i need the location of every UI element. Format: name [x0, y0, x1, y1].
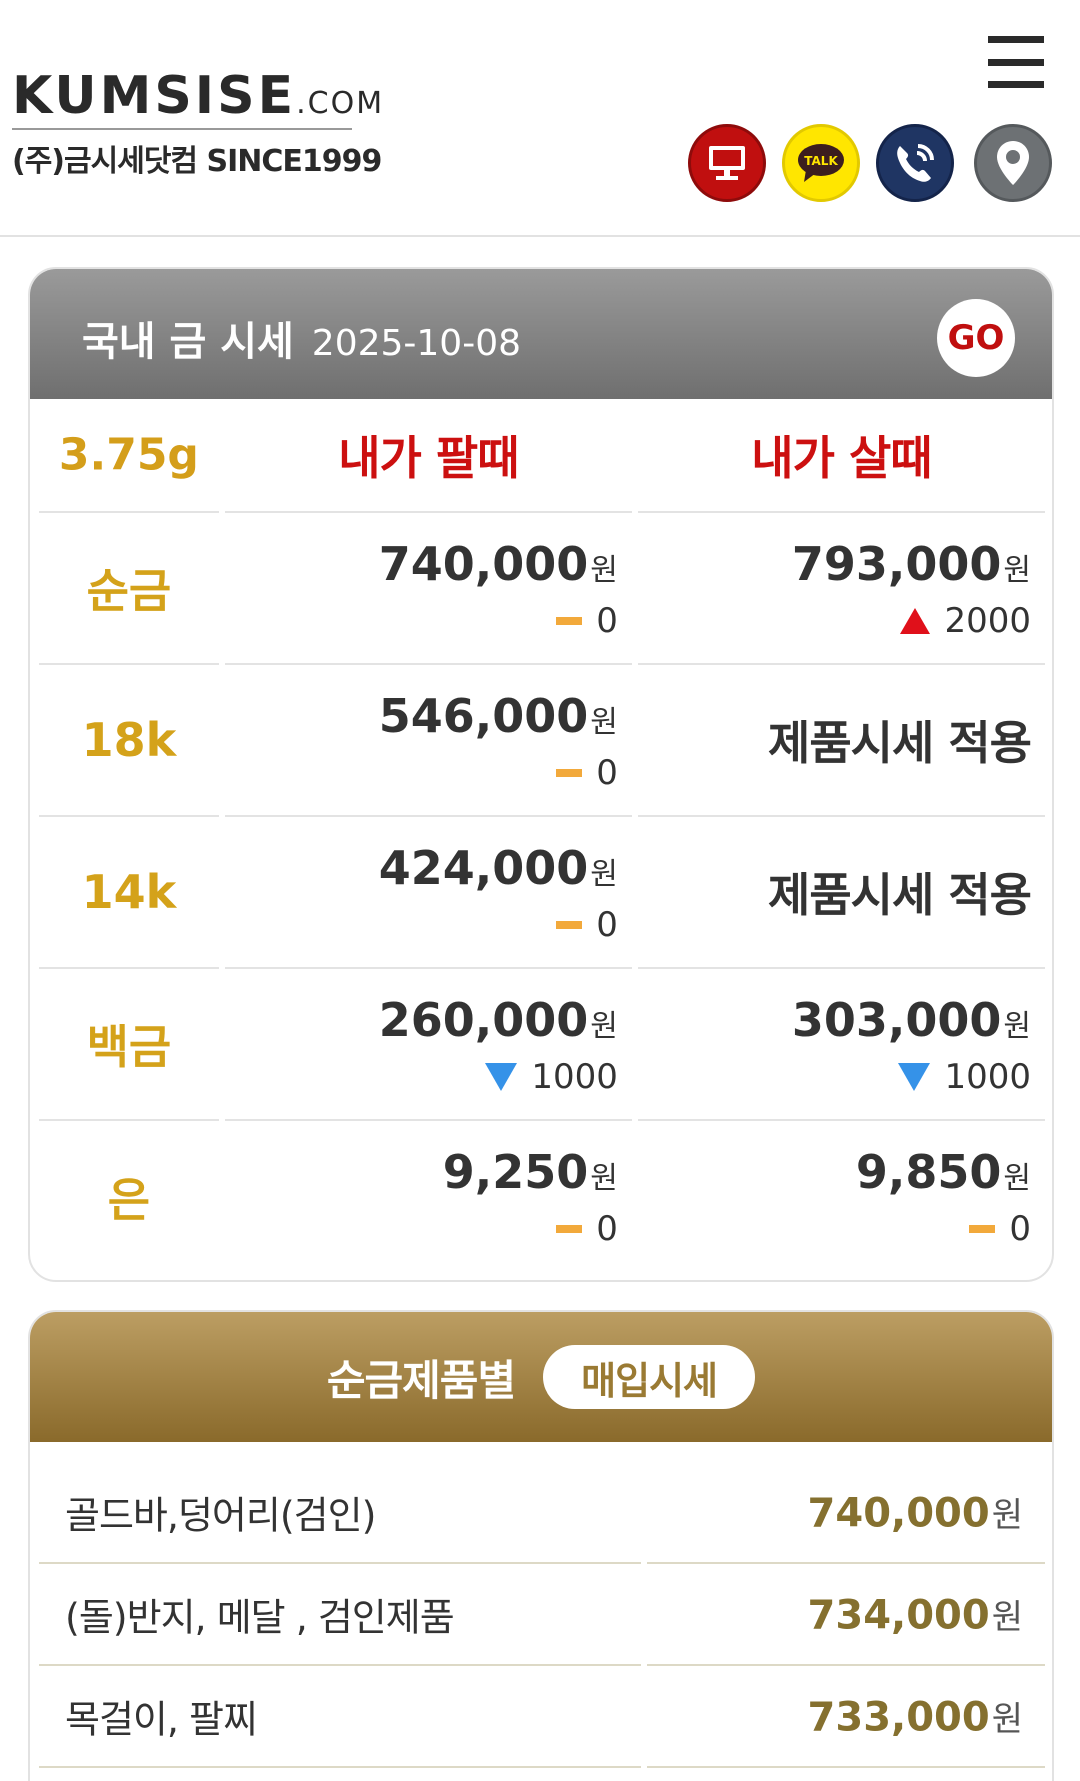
hamburger-menu-button[interactable] — [988, 36, 1044, 88]
flat-indicator-icon — [969, 1225, 996, 1233]
flat-indicator-icon — [556, 921, 583, 929]
buy-price: 303,000원 — [791, 993, 1031, 1047]
buy-change: 1000 — [898, 1057, 1031, 1097]
metal-label: 순금 — [86, 564, 172, 618]
svg-text:TALK: TALK — [804, 154, 838, 168]
list-item: 목걸이, 팔찌 733,000원 — [36, 1666, 1048, 1768]
gold-card-title: 국내 금 시세 2025-10-08 — [82, 319, 522, 365]
product-price-applied-text: 제품시세 적용 — [768, 716, 1032, 770]
sell-price: 740,000원 — [378, 537, 618, 591]
pure-gold-product-card: 순금제품별 매입시세 골드바,덩어리(검인) 740,000원 (돌)반지, 메… — [28, 1310, 1054, 1781]
site-logo[interactable]: KUMSISE.COM (주)금시세닷컴 SINCE1999 — [12, 40, 382, 180]
map-pin-icon[interactable] — [974, 124, 1052, 202]
product-price-list: 골드바,덩어리(검인) 740,000원 (돌)반지, 메달 , 검인제품 73… — [36, 1462, 1048, 1768]
product-price: 734,000원 — [807, 1592, 1023, 1639]
logo-wordmark: KUMSISE.COM — [12, 66, 385, 126]
metal-label: 은 — [107, 1173, 151, 1227]
flat-indicator-icon — [556, 1225, 583, 1233]
buy-change: 0 — [969, 1209, 1031, 1249]
table-row: 백금 260,000원 1000 303,000원 1000 — [36, 969, 1048, 1121]
table-row: 순금 740,000원 0 793,000원 2000 — [36, 513, 1048, 665]
sell-change: 0 — [556, 1209, 618, 1249]
product-name: 골드바,덩어리(검인) — [65, 1493, 376, 1538]
flat-indicator-icon — [556, 769, 583, 777]
table-row: 18k 546,000원 0 제품시세 적용 — [36, 665, 1048, 817]
purchase-price-tab[interactable]: 매입시세 — [543, 1345, 756, 1409]
table-row: 14k 424,000원 0 제품시세 적용 — [36, 817, 1048, 969]
price-date: 2025-10-08 — [311, 323, 522, 364]
logo-subtitle: (주)금시세닷컴 SINCE1999 — [12, 144, 382, 179]
down-triangle-icon — [485, 1063, 518, 1091]
down-triangle-icon — [898, 1063, 931, 1091]
menu-line — [988, 81, 1044, 88]
sell-column-header: 내가 팔때 — [338, 431, 519, 485]
product-card-title: 순금제품별 — [326, 1355, 516, 1405]
logo-divider — [12, 128, 352, 130]
gold-card-header: 국내 금 시세 2025-10-08 GO — [30, 269, 1052, 399]
unit-weight-label: 3.75g — [58, 429, 199, 481]
gold-price-table: 3.75g 내가 팔때 내가 살때 순금 740,000원 0 793,000원… — [36, 399, 1048, 1273]
site-header: KUMSISE.COM (주)금시세닷컴 SINCE1999 TALK — [0, 0, 1080, 237]
table-header-row: 3.75g 내가 팔때 내가 살때 — [36, 399, 1048, 513]
up-triangle-icon — [900, 608, 931, 634]
sell-change: 0 — [556, 753, 618, 793]
metal-label: 18k — [81, 713, 177, 767]
table-row: 은 9,250원 0 9,850원 0 — [36, 1121, 1048, 1273]
buy-change: 2000 — [900, 601, 1031, 641]
product-name: (돌)반지, 메달 , 검인제품 — [65, 1595, 455, 1640]
sell-change: 1000 — [485, 1057, 618, 1097]
flat-indicator-icon — [556, 617, 583, 625]
buy-column-header: 내가 살때 — [751, 431, 932, 485]
monitor-icon[interactable] — [688, 124, 766, 202]
product-price: 733,000원 — [807, 1694, 1023, 1741]
sell-price: 424,000원 — [378, 841, 618, 895]
phone-icon[interactable] — [876, 124, 954, 202]
metal-label: 14k — [81, 865, 177, 919]
product-card-header: 순금제품별 매입시세 — [30, 1312, 1052, 1442]
go-button[interactable]: GO — [937, 299, 1015, 377]
menu-line — [988, 36, 1044, 43]
sell-price: 9,250원 — [442, 1145, 618, 1199]
kakao-talk-icon[interactable]: TALK — [782, 124, 860, 202]
menu-line — [988, 58, 1044, 66]
list-item: (돌)반지, 메달 , 검인제품 734,000원 — [36, 1564, 1048, 1666]
buy-price: 9,850원 — [855, 1145, 1031, 1199]
product-price-applied-text: 제품시세 적용 — [768, 868, 1032, 922]
product-name: 목걸이, 팔찌 — [65, 1697, 258, 1742]
sell-price: 260,000원 — [378, 993, 618, 1047]
sell-change: 0 — [556, 601, 618, 641]
domestic-gold-price-card: 국내 금 시세 2025-10-08 GO 3.75g 내가 팔때 내가 살때 … — [28, 267, 1054, 1282]
list-item: 골드바,덩어리(검인) 740,000원 — [36, 1462, 1048, 1564]
product-price: 740,000원 — [807, 1490, 1023, 1537]
sell-price: 546,000원 — [378, 689, 618, 743]
buy-price: 793,000원 — [791, 537, 1031, 591]
metal-label: 백금 — [86, 1020, 172, 1074]
sell-change: 0 — [556, 905, 618, 945]
